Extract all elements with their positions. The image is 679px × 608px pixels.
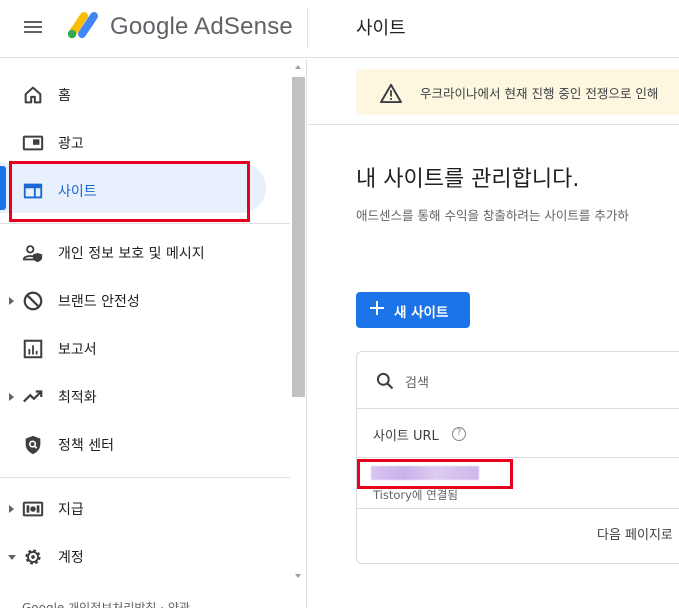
topbar-divider [307, 8, 308, 48]
top-app-bar: Google AdSense 사이트 [0, 0, 679, 58]
sidebar-item-payments[interactable]: 지급 [0, 485, 290, 533]
sidebar-item-label: 지급 [58, 502, 84, 518]
sidebar-item-ads[interactable]: 광고 [0, 119, 290, 167]
column-header-site-url[interactable]: 사이트 URL [373, 425, 439, 444]
next-page-link[interactable]: 다음 페이지로 [597, 524, 673, 543]
sidebar-item-brand-safety[interactable]: 브랜드 안전성 [0, 277, 290, 325]
app-name: Google AdSense [110, 13, 293, 40]
policy-shield-icon [25, 435, 41, 455]
scroll-thumb[interactable] [292, 77, 305, 397]
sidebar-item-policy-center[interactable]: 정책 센터 [0, 421, 290, 469]
search-icon [376, 372, 394, 390]
sidebar-item-reports[interactable]: 보고서 [0, 325, 290, 373]
sidebar-item-label: 개인 정보 보호 및 메시지 [58, 246, 205, 262]
sidebar-item-label: 브랜드 안전성 [58, 294, 140, 310]
expand-caret-icon[interactable] [9, 505, 14, 513]
collapse-caret-icon[interactable] [8, 555, 16, 560]
sidebar-item-label: 광고 [58, 136, 84, 152]
search-bar[interactable]: 검색 [357, 352, 679, 409]
sidebar-scrollbar[interactable] [290, 59, 306, 589]
sidebar-item-label: 정책 센터 [58, 438, 114, 454]
sidebar-item-label: 최적화 [58, 390, 97, 406]
help-icon[interactable]: ? [452, 427, 466, 441]
privacy-messaging-icon [22, 245, 43, 263]
sidebar-divider [0, 223, 290, 224]
sidebar-item-label: 계정 [58, 550, 84, 566]
page-description: 애드센스를 통해 수익을 창출하려는 사이트를 추가하 [356, 208, 629, 223]
scroll-up-arrow-icon[interactable] [295, 65, 301, 69]
content-divider [308, 124, 679, 125]
block-icon [23, 291, 43, 311]
home-icon [24, 86, 42, 104]
sidebar-item-home[interactable]: 홈 [0, 71, 290, 119]
warning-icon [380, 83, 402, 103]
adsense-logo-icon [67, 12, 98, 39]
banner-text: 우크라이나에서 현재 진행 중인 전쟁으로 인해 [420, 86, 659, 101]
page-heading: 내 사이트를 관리합니다. [356, 167, 580, 192]
sidebar-item-account[interactable]: 계정 [0, 533, 290, 581]
sidebar-divider [0, 477, 290, 478]
sidebar-item-label: 보고서 [58, 342, 97, 358]
table-column-header: 사이트 URL ? [357, 410, 679, 458]
main-content: 우크라이나에서 현재 진행 중인 전쟁으로 인해 내 사이트를 관리합니다. 애… [308, 59, 679, 608]
sidebar-item-privacy-messaging[interactable]: 개인 정보 보호 및 메시지 [0, 229, 290, 277]
reports-icon [23, 339, 43, 359]
sidebar-item-optimization[interactable]: 최적화 [0, 373, 290, 421]
trending-up-icon [23, 390, 43, 403]
payments-icon [22, 501, 44, 517]
highlight-box-sites [9, 161, 250, 222]
settings-gear-icon [25, 549, 41, 565]
highlight-box-site-url [357, 459, 513, 489]
ads-icon [22, 135, 44, 151]
sidebar-nav: 홈 광고 사이트 개인 정보 보호 및 메시지 브랜드 안전성 보고서 최적화 … [0, 59, 307, 608]
page-title: 사이트 [356, 18, 406, 39]
site-platform-status: Tistory에 연결됨 [373, 488, 458, 502]
scroll-down-arrow-icon[interactable] [295, 574, 301, 578]
plus-icon [370, 301, 384, 315]
expand-caret-icon[interactable] [9, 297, 14, 305]
sidebar-item-label: 홈 [58, 88, 71, 104]
new-site-button-label: 새 사이트 [394, 305, 449, 321]
expand-caret-icon[interactable] [9, 393, 14, 401]
notice-banner: 우크라이나에서 현재 진행 중인 전쟁으로 인해 [356, 69, 679, 115]
new-site-button[interactable]: 새 사이트 [356, 292, 470, 328]
footer-links[interactable]: Google 개인정보처리방침 · 약관 [22, 599, 190, 608]
search-input[interactable]: 검색 [405, 372, 429, 391]
hamburger-menu-icon[interactable] [24, 18, 44, 38]
sites-table-card: 검색 사이트 URL ? Tistory에 연결됨 다음 페이지로 [356, 351, 679, 564]
